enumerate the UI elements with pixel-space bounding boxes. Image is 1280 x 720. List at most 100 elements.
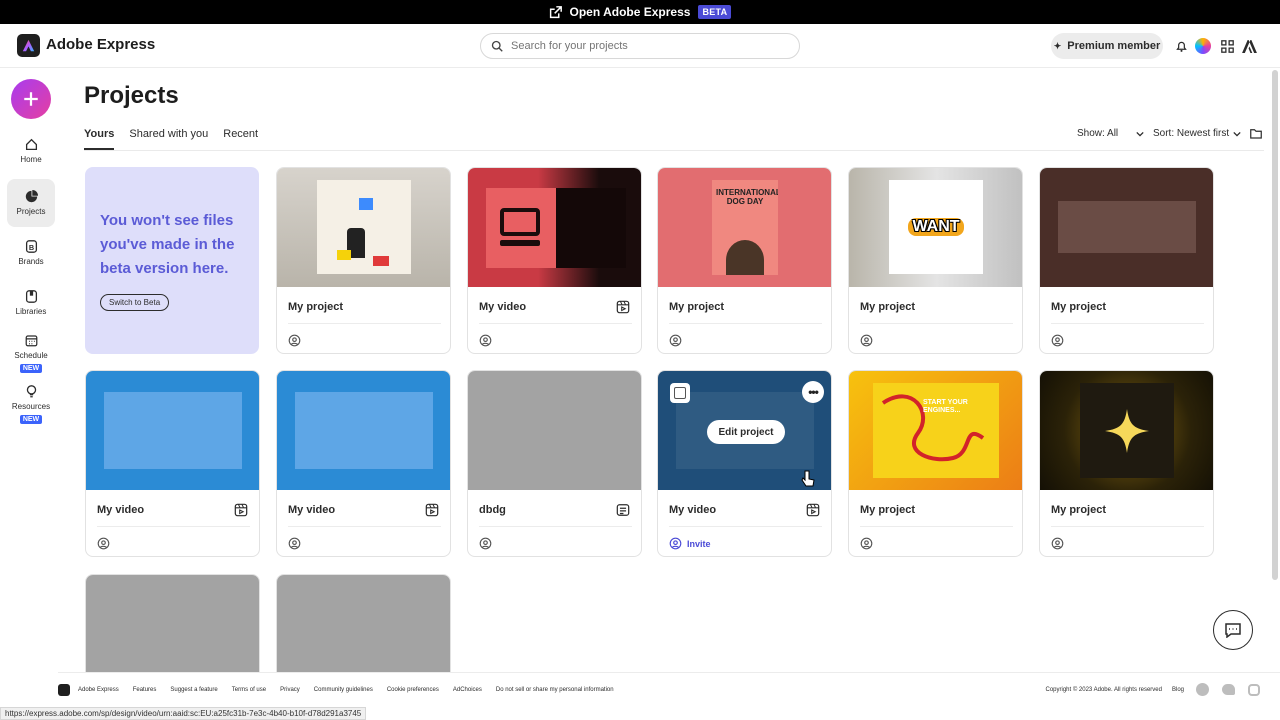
project-card[interactable]: START YOUR ENGINES... My project bbox=[848, 370, 1023, 557]
sort-dropdown[interactable]: Sort: Newest first bbox=[1153, 128, 1241, 139]
project-card[interactable] bbox=[276, 574, 451, 672]
sidebar-item-label: Resources bbox=[11, 402, 51, 411]
footer-link-community[interactable]: Community guidelines bbox=[314, 687, 373, 693]
project-card[interactable] bbox=[85, 574, 260, 672]
card-divider bbox=[479, 526, 632, 527]
video-thumbnail bbox=[277, 371, 450, 490]
facebook-icon[interactable] bbox=[1196, 683, 1209, 696]
new-folder-icon[interactable] bbox=[1250, 128, 1262, 139]
footer-link-terms[interactable]: Terms of use bbox=[232, 687, 266, 693]
invite-label: Invite bbox=[687, 538, 711, 549]
project-card[interactable]: My video bbox=[276, 370, 451, 557]
video-thumbnail bbox=[86, 371, 259, 490]
project-thumbnail bbox=[1040, 168, 1213, 287]
edit-project-button[interactable]: Edit project bbox=[707, 420, 785, 444]
libraries-icon bbox=[25, 290, 37, 303]
notifications-icon[interactable] bbox=[1173, 38, 1189, 54]
video-type-icon bbox=[806, 503, 820, 517]
footer-link-privacy[interactable]: Privacy bbox=[280, 687, 300, 693]
document-type-icon bbox=[616, 504, 630, 516]
select-checkbox[interactable] bbox=[670, 383, 690, 403]
card-divider bbox=[669, 323, 822, 324]
sidebar-item-label: Libraries bbox=[15, 307, 47, 316]
tab-shared-with-you[interactable]: Shared with you bbox=[129, 126, 208, 150]
footer-link-cookies[interactable]: Cookie preferences bbox=[387, 687, 439, 693]
adobe-express-logo[interactable] bbox=[17, 34, 40, 57]
twitter-icon[interactable] bbox=[1222, 684, 1235, 695]
chat-button[interactable] bbox=[1213, 610, 1253, 650]
project-card[interactable]: My project bbox=[1039, 370, 1214, 557]
search-bar[interactable] bbox=[480, 33, 800, 59]
page-footer: Adobe Express Features Suggest a feature… bbox=[58, 672, 1280, 706]
owner-icon bbox=[1051, 537, 1064, 550]
project-card[interactable]: My video bbox=[85, 370, 260, 557]
project-card-hovered[interactable]: ••• Edit project My video Invite bbox=[657, 370, 832, 557]
sidebar-item-libraries[interactable]: Libraries bbox=[7, 290, 55, 316]
scrollbar[interactable] bbox=[1272, 70, 1278, 580]
card-divider bbox=[1051, 526, 1204, 527]
tabs-divider bbox=[84, 150, 1264, 151]
project-card[interactable]: My project bbox=[276, 167, 451, 354]
sidebar-item-home[interactable]: Home bbox=[7, 138, 55, 164]
footer-link-adchoices[interactable]: AdChoices bbox=[453, 687, 482, 693]
show-filter[interactable]: Show: All bbox=[1077, 128, 1144, 139]
owner-icon bbox=[1051, 334, 1064, 347]
premium-member-button[interactable]: ✦ Premium member bbox=[1051, 33, 1163, 59]
calendar-icon bbox=[25, 335, 37, 347]
crown-icon: ✦ bbox=[1053, 40, 1062, 51]
project-name: My project bbox=[288, 301, 344, 313]
sidebar-item-resources[interactable]: Resources NEW bbox=[7, 385, 55, 424]
create-button[interactable] bbox=[11, 79, 51, 119]
project-thumbnail: INTERNATIONAL DOG DAY bbox=[658, 168, 831, 287]
left-sidebar: Home Projects B Brands Libraries Schedul… bbox=[0, 68, 62, 688]
tab-yours[interactable]: Yours bbox=[84, 126, 115, 150]
app-header: Adobe Express ✦ Premium member bbox=[0, 24, 1280, 68]
external-link-icon bbox=[549, 5, 562, 18]
footer-link-do-not-sell[interactable]: Do not sell or share my personal informa… bbox=[496, 687, 614, 693]
more-options-button[interactable]: ••• bbox=[802, 381, 824, 403]
footer-link-features[interactable]: Features bbox=[133, 687, 157, 693]
sidebar-item-schedule[interactable]: Schedule NEW bbox=[7, 334, 55, 373]
project-thumbnail bbox=[277, 168, 450, 287]
sidebar-item-brands[interactable]: B Brands bbox=[7, 240, 55, 266]
search-icon bbox=[491, 40, 503, 52]
project-card[interactable]: WANT My project bbox=[848, 167, 1023, 354]
beta-badge: BETA bbox=[698, 5, 732, 19]
project-name: dbdg bbox=[479, 504, 506, 516]
owner-icon bbox=[479, 334, 492, 347]
footer-copyright: Copyright © 2023 Adobe. All rights reser… bbox=[1045, 686, 1162, 693]
instagram-icon[interactable] bbox=[1248, 683, 1260, 696]
project-thumbnail bbox=[86, 575, 259, 672]
open-express-banner[interactable]: Open Adobe Express BETA bbox=[0, 0, 1280, 24]
invite-button[interactable]: Invite bbox=[669, 537, 711, 550]
project-thumbnail bbox=[1040, 371, 1213, 490]
project-card[interactable]: My project bbox=[1039, 167, 1214, 354]
svg-text:B: B bbox=[28, 243, 33, 252]
project-name: My video bbox=[669, 504, 717, 516]
status-bar-url: https://express.adobe.com/sp/design/vide… bbox=[0, 707, 367, 720]
search-input[interactable] bbox=[511, 40, 771, 52]
tab-recent[interactable]: Recent bbox=[223, 126, 258, 150]
apps-grid-icon[interactable] bbox=[1219, 38, 1235, 54]
adobe-logo-icon[interactable] bbox=[1241, 38, 1257, 54]
card-divider bbox=[860, 323, 1013, 324]
footer-brand: Adobe Express bbox=[78, 686, 119, 693]
project-name: My project bbox=[669, 301, 725, 313]
sidebar-item-projects[interactable]: Projects bbox=[7, 179, 55, 227]
app-name: Adobe Express bbox=[46, 36, 156, 53]
project-card[interactable]: My video bbox=[467, 167, 642, 354]
sidebar-item-label: Projects bbox=[16, 207, 46, 216]
owner-icon bbox=[97, 537, 110, 550]
footer-link-suggest[interactable]: Suggest a feature bbox=[170, 687, 217, 693]
want-text: WANT bbox=[908, 218, 964, 236]
card-divider bbox=[479, 323, 632, 324]
avatar[interactable] bbox=[1195, 38, 1211, 54]
footer-link-blog[interactable]: Blog bbox=[1172, 687, 1184, 693]
project-thumbnail: WANT bbox=[849, 168, 1022, 287]
sidebar-item-label: Schedule bbox=[14, 351, 48, 360]
project-card[interactable]: INTERNATIONAL DOG DAY My project bbox=[657, 167, 832, 354]
project-card[interactable]: dbdg bbox=[467, 370, 642, 557]
footer-logo bbox=[58, 683, 70, 696]
doc-thumbnail bbox=[468, 371, 641, 490]
switch-to-beta-button[interactable]: Switch to Beta bbox=[100, 294, 170, 311]
